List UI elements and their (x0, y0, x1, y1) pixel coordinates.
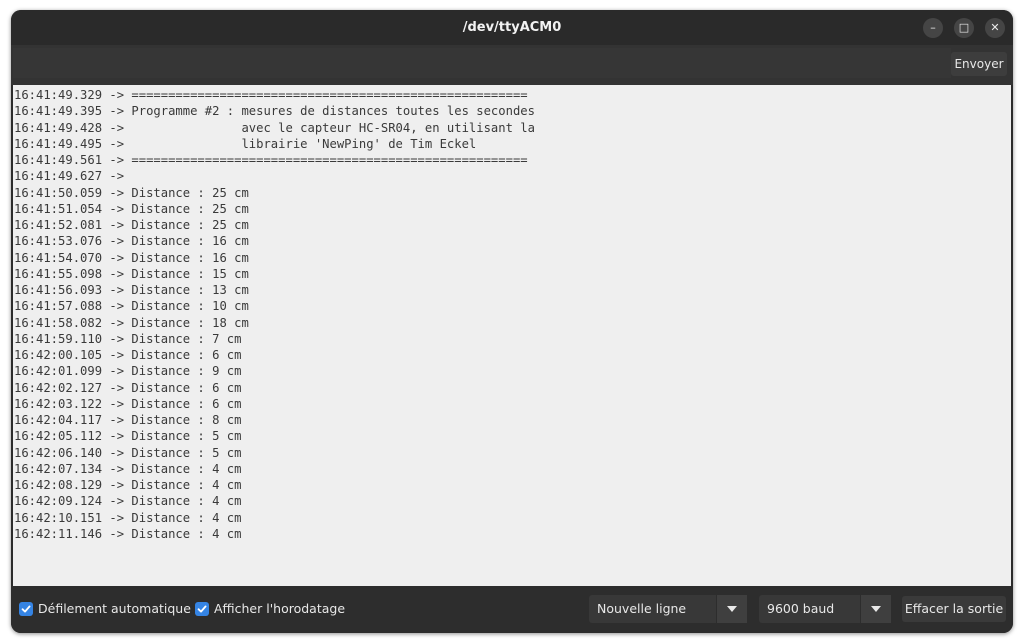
output-lines: 16:41:49.329 -> ========================… (14, 87, 535, 542)
chevron-down-icon (716, 595, 747, 623)
bottom-toolbar: Défilement automatique Afficher l'horoda… (11, 589, 1013, 633)
timestamp-checkbox[interactable]: Afficher l'horodatage (195, 601, 345, 616)
output-line: 16:42:09.124 -> Distance : 4 cm (14, 494, 242, 509)
output-line: 16:41:49.627 -> (14, 169, 132, 184)
titlebar: /dev/ttyACM0 – □ ✕ (11, 10, 1013, 45)
output-line: 16:41:49.395 -> Programme #2 : mesures d… (14, 104, 535, 119)
output-line: 16:41:49.329 -> ========================… (14, 88, 528, 102)
send-input[interactable] (13, 48, 951, 78)
output-line: 16:42:00.105 -> Distance : 6 cm (14, 348, 242, 362)
baud-rate-value: 9600 baud (767, 601, 835, 616)
output-line: 16:41:59.110 -> Distance : 7 cm (14, 331, 242, 346)
output-line: 16:41:56.093 -> Distance : 13 cm (14, 283, 249, 297)
output-line: 16:41:49.428 -> avec le capteur HC-SR04,… (14, 120, 535, 135)
output-line: 16:42:11.146 -> Distance : 4 cm (14, 526, 242, 541)
timestamp-label: Afficher l'horodatage (214, 601, 346, 616)
output-line: 16:42:02.127 -> Distance : 6 cm (14, 380, 242, 395)
close-button[interactable]: ✕ (985, 18, 1005, 38)
output-line: 16:41:54.070 -> Distance : 16 cm (14, 250, 249, 265)
output-line: 16:41:55.098 -> Distance : 15 cm (14, 266, 249, 281)
send-button[interactable]: Envoyer (951, 52, 1007, 76)
output-line: 16:41:58.082 -> Distance : 18 cm (14, 315, 249, 330)
output-line: 16:41:49.495 -> librairie 'NewPing' de T… (14, 136, 477, 151)
minimize-icon: – (930, 21, 936, 34)
autoscroll-label: Défilement automatique (38, 601, 191, 616)
output-line: 16:42:04.117 -> Distance : 8 cm (14, 413, 242, 427)
output-line: 16:41:52.081 -> Distance : 25 cm (14, 218, 249, 232)
output-line: 16:41:57.088 -> Distance : 10 cm (14, 299, 249, 314)
output-line: 16:42:07.134 -> Distance : 4 cm (14, 461, 242, 476)
minimize-button[interactable]: – (923, 18, 943, 38)
output-line: 16:41:50.059 -> Distance : 25 cm (14, 185, 249, 200)
close-icon: ✕ (990, 21, 1000, 34)
maximize-icon: □ (958, 21, 970, 34)
maximize-button[interactable]: □ (954, 18, 974, 38)
serial-monitor-window: /dev/ttyACM0 – □ ✕ Envoyer 16:41:49.329 … (11, 10, 1013, 633)
autoscroll-checkbox[interactable]: Défilement automatique (19, 601, 191, 616)
baud-rate-select[interactable]: 9600 baud (759, 595, 891, 623)
line-ending-select[interactable]: Nouvelle ligne (589, 595, 747, 623)
checkbox-checked-icon (195, 601, 209, 616)
output-line: 16:42:03.122 -> Distance : 6 cm (14, 396, 242, 411)
clear-output-button[interactable]: Effacer la sortie (902, 596, 1006, 622)
chevron-down-icon (860, 595, 891, 623)
line-ending-value: Nouvelle ligne (597, 601, 687, 616)
output-line: 16:42:08.129 -> Distance : 4 cm (14, 478, 242, 492)
output-line: 16:42:06.140 -> Distance : 5 cm (14, 445, 242, 460)
output-line: 16:42:05.112 -> Distance : 5 cm (14, 429, 242, 444)
checkbox-checked-icon (19, 601, 33, 616)
send-row: Envoyer (11, 45, 1013, 85)
output-line: 16:41:49.561 -> ========================… (14, 153, 528, 167)
output-line: 16:41:53.076 -> Distance : 16 cm (14, 234, 249, 249)
serial-output[interactable]: 16:41:49.329 -> ========================… (13, 85, 1011, 586)
output-line: 16:42:10.151 -> Distance : 4 cm (14, 510, 242, 525)
output-line: 16:42:01.099 -> Distance : 9 cm (14, 364, 242, 379)
output-line: 16:41:51.054 -> Distance : 25 cm (14, 201, 249, 216)
window-title: /dev/ttyACM0 (462, 20, 562, 35)
